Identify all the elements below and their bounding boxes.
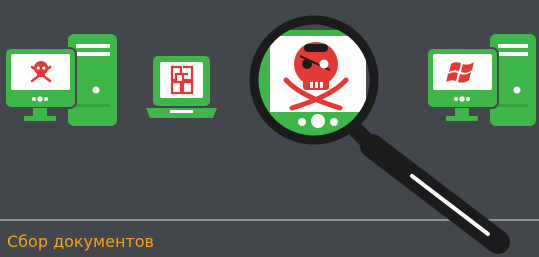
caption: Сбор документов [7,232,154,251]
large-monitor-icon [254,30,366,140]
illustration [0,15,539,254]
windows-desktop-icon [426,34,536,126]
infected-desktop-icon [4,34,117,126]
office-laptop-icon [146,56,217,118]
